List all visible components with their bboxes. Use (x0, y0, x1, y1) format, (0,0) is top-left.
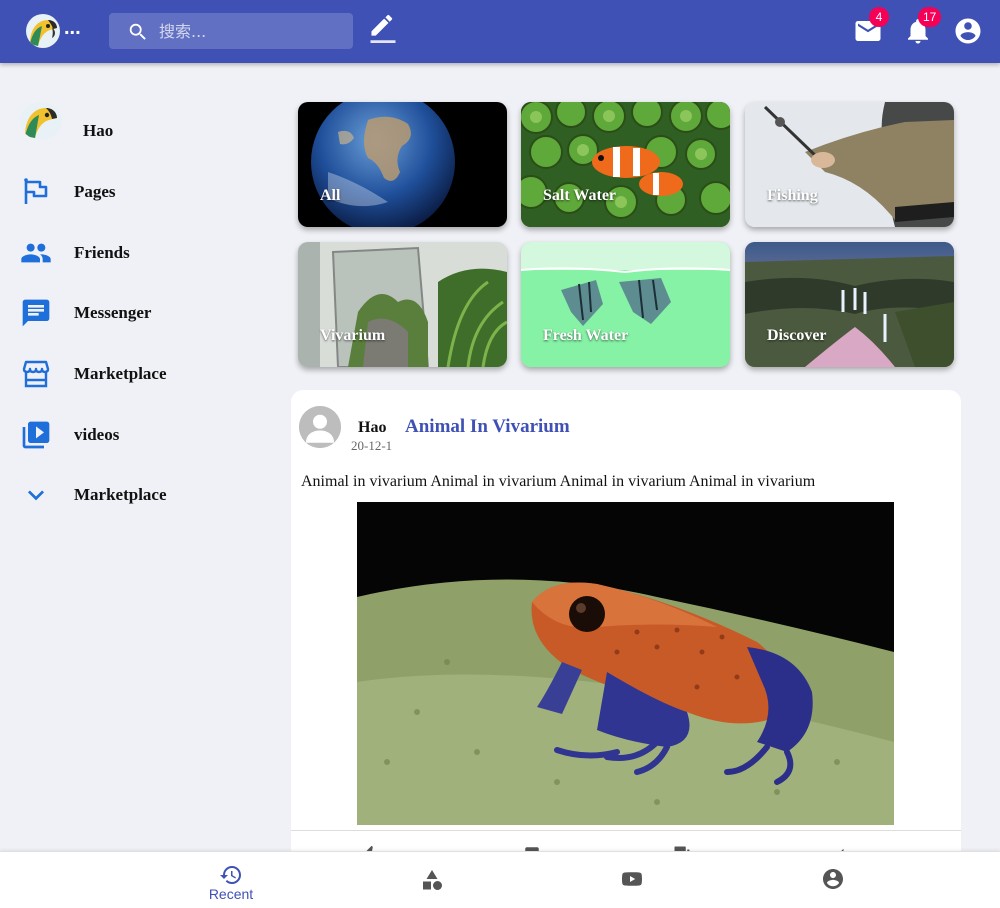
earth-image (311, 102, 455, 227)
post-author[interactable]: Hao (358, 419, 386, 437)
category-label: Vivarium (320, 327, 386, 344)
sidebar-item-messenger[interactable]: Messenger (20, 293, 260, 333)
video-library-icon (22, 421, 50, 449)
account-circle-icon (823, 869, 843, 889)
sidebar-item-profile[interactable]: Hao (20, 111, 260, 151)
category-tile-salt-water[interactable]: Salt Water (521, 102, 730, 227)
post-text: Animal in vivarium Animal in vivarium An… (301, 473, 816, 490)
nav-videos[interactable] (582, 852, 682, 908)
category-label: Fishing (767, 187, 818, 204)
parrot-logo-icon[interactable] (26, 14, 60, 48)
post-divider (291, 830, 961, 831)
store-icon (22, 360, 50, 388)
search-box[interactable] (109, 13, 353, 49)
sidebar-item-pages[interactable]: Pages (20, 172, 260, 212)
youtube-icon (622, 872, 642, 886)
post-title[interactable]: Animal In Vivarium (405, 416, 570, 438)
search-input[interactable] (159, 13, 349, 49)
post-card: Hao 20-12-1 Animal In Vivarium Animal in… (291, 390, 961, 870)
category-label: All (320, 187, 341, 204)
post-date: 20-12-1 (351, 438, 393, 453)
fishing-image (745, 102, 954, 227)
sidebar-item-label: Marketplace (74, 364, 167, 383)
canyon-image (745, 242, 954, 367)
sidebar-item-videos[interactable]: videos (20, 415, 260, 455)
create-post-button[interactable] (368, 14, 398, 44)
mail-button[interactable]: 4 (853, 7, 889, 46)
app-bar: ... 4 17 (0, 0, 1000, 63)
sidebar-item-label: Pages (74, 182, 116, 201)
category-label: Salt Water (543, 187, 617, 204)
sidebar-item-friends[interactable]: Friends (20, 233, 260, 273)
sidebar-item-label: Hao (83, 121, 114, 140)
sidebar-item-marketplace[interactable]: Marketplace (20, 354, 260, 394)
category-label: Fresh Water (543, 327, 629, 344)
nav-recent-label: Recent (208, 886, 254, 902)
category-tile-all[interactable]: All (298, 102, 507, 227)
category-tile-vivarium[interactable]: Vivarium (298, 242, 507, 367)
author-avatar-icon[interactable] (299, 406, 341, 448)
nav-profile[interactable] (783, 852, 883, 908)
notifications-button[interactable]: 17 (903, 7, 942, 46)
app-name-truncated: ... (64, 17, 81, 39)
edit-pencil-icon (370, 14, 396, 43)
people-icon (21, 243, 51, 263)
terrarium-image (298, 242, 507, 367)
account-button[interactable] (953, 16, 983, 46)
chat-icon (22, 299, 50, 327)
sidebar-item-more[interactable]: Marketplace (20, 475, 260, 515)
category-tile-discover[interactable]: Discover (745, 242, 954, 367)
category-label: Discover (767, 327, 827, 344)
sidebar-item-label: Messenger (74, 303, 152, 322)
nav-categories[interactable] (382, 852, 482, 908)
post-image[interactable] (357, 502, 894, 825)
sidebar-item-label: videos (74, 425, 120, 444)
mail-badge: 4 (869, 7, 889, 27)
category-tile-fresh-water[interactable]: Fresh Water (521, 242, 730, 367)
notifications-badge: 17 (918, 7, 942, 27)
flag-icon (24, 178, 48, 204)
category-tile-fishing[interactable]: Fishing (745, 102, 954, 227)
history-icon (220, 866, 241, 884)
account-circle-icon (955, 18, 981, 44)
angelfish-image (521, 242, 730, 367)
category-shapes-icon (423, 870, 442, 890)
search-icon (129, 23, 146, 40)
sidebar-item-label: Friends (74, 243, 130, 262)
clownfish-image (521, 102, 730, 227)
chevron-down-icon (28, 490, 44, 501)
frog-image (357, 502, 894, 825)
sidebar-item-label: Marketplace (74, 485, 167, 504)
bottom-navigation: Recent (0, 851, 1000, 908)
nav-recent[interactable]: Recent (181, 852, 281, 908)
